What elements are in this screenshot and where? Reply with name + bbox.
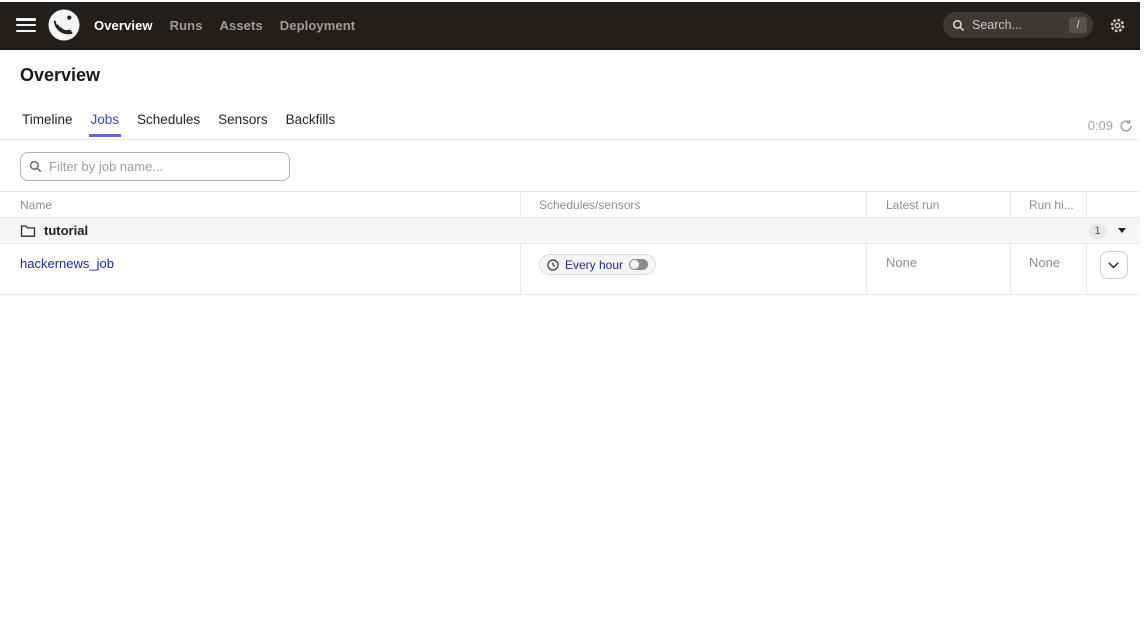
column-header-actions [1086,192,1140,217]
nav-item-runs[interactable]: Runs [170,18,203,33]
table-row: hackernews_job Every hour None None [0,244,1140,295]
page-scrollbar[interactable] [1140,0,1146,640]
jobs-table: Name Schedules/sensors Latest run Run hi… [0,191,1140,295]
table-header-row: Name Schedules/sensors Latest run Run hi… [0,192,1140,218]
collapse-caret-icon[interactable] [1118,228,1126,233]
refresh-icon[interactable] [1119,119,1133,133]
repo-group-name: tutorial [44,223,88,238]
settings-gear-icon[interactable] [1109,17,1126,34]
column-header-latest-run: Latest run [866,192,1010,217]
column-header-schedules: Schedules/sensors [520,192,866,217]
hamburger-menu-icon[interactable] [16,18,36,32]
refresh-timer: 0:09 [1088,118,1113,133]
schedule-label: Every hour [565,258,623,272]
chevron-down-icon [1108,262,1119,269]
tab-jobs[interactable]: Jobs [89,109,122,137]
tabbar-divider [0,139,1140,140]
schedule-cell: Every hour [520,244,866,294]
schedule-chip[interactable]: Every hour [539,254,656,275]
nav-item-overview[interactable]: Overview [94,18,153,33]
search-shortcut-badge: / [1069,17,1087,33]
nav-item-assets[interactable]: Assets [220,18,263,33]
column-header-run-history: Run hi... [1010,192,1086,217]
nav-item-deployment[interactable]: Deployment [280,18,355,33]
global-search[interactable]: Search... / [943,12,1093,38]
job-name-cell: hackernews_job [0,244,520,294]
search-icon [952,19,965,32]
job-filter [20,152,290,181]
page-title: Overview [20,65,100,86]
topbar-right: Search... / [943,12,1126,38]
dagster-logo-icon[interactable] [48,9,80,41]
refresh-countdown: 0:09 [1088,118,1133,133]
primary-nav: Overview Runs Assets Deployment [94,18,355,33]
tab-backfills[interactable]: Backfills [284,109,338,137]
top-navbar: Overview Runs Assets Deployment Search..… [0,2,1140,50]
tab-timeline[interactable]: Timeline [20,109,75,137]
schedule-toggle[interactable] [629,259,648,270]
tab-sensors[interactable]: Sensors [216,109,270,137]
tab-schedules[interactable]: Schedules [135,109,202,137]
dagster-app: Overview Runs Assets Deployment Search..… [0,0,1146,640]
job-link[interactable]: hackernews_job [20,256,114,271]
column-header-name: Name [0,192,520,217]
repo-group-row[interactable]: tutorial 1 [0,218,1140,244]
folder-icon [20,224,36,238]
row-menu-button[interactable] [1100,251,1128,279]
job-count-badge: 1 [1089,223,1106,239]
latest-run-cell: None [866,244,1010,294]
filter-search-icon [29,160,42,173]
actions-cell [1086,244,1140,294]
filter-input[interactable] [20,152,290,181]
search-placeholder: Search... [972,18,1069,32]
group-row-right: 1 [1089,223,1126,239]
clock-icon [547,259,559,271]
overview-tabs: Timeline Jobs Schedules Sensors Backfill… [20,109,337,137]
run-history-cell: None [1010,244,1086,294]
